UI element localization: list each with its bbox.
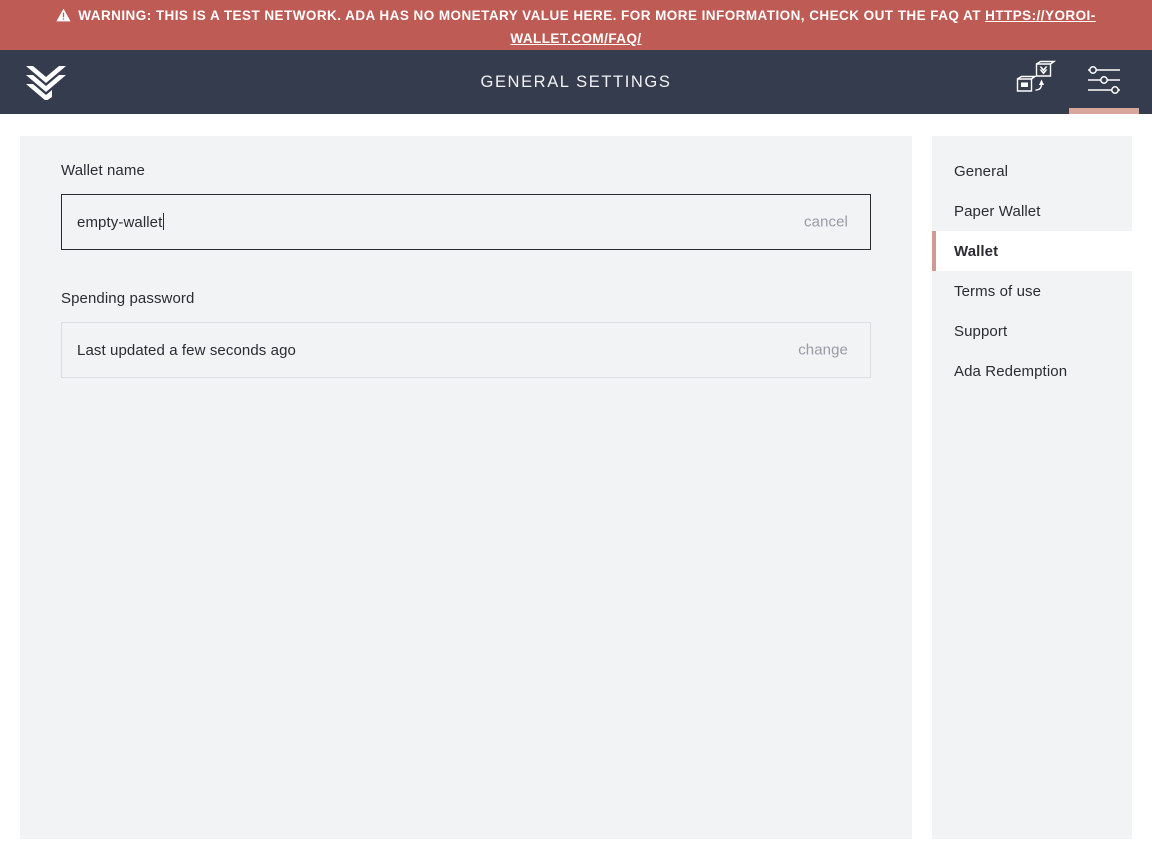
menu-item-support[interactable]: Support xyxy=(932,311,1132,351)
settings-side-menu: General Paper Wallet Wallet Terms of use… xyxy=(932,136,1132,839)
top-navigation-bar: GENERAL SETTINGS xyxy=(0,50,1152,114)
menu-item-label: Wallet xyxy=(954,242,999,260)
menu-item-label: Ada Redemption xyxy=(954,362,1068,380)
warning-message-text: WARNING: THIS IS A TEST NETWORK. ADA HAS… xyxy=(78,7,986,23)
menu-item-paper-wallet[interactable]: Paper Wallet xyxy=(932,191,1132,231)
wallet-name-value: empty-wallet xyxy=(77,214,163,231)
wallet-name-input[interactable]: empty-wallet xyxy=(62,213,165,231)
wallet-switch-icon xyxy=(1013,60,1057,105)
menu-item-wallet[interactable]: Wallet xyxy=(932,231,1132,271)
content-area: Wallet name empty-wallet cancel Spending… xyxy=(0,114,1152,847)
wallet-name-cancel-button[interactable]: cancel xyxy=(804,214,848,231)
app-root: WARNING: THIS IS A TEST NETWORK. ADA HAS… xyxy=(0,0,1152,847)
menu-item-label: Paper Wallet xyxy=(954,202,1041,220)
settings-button[interactable] xyxy=(1069,50,1139,114)
page-title: GENERAL SETTINGS xyxy=(480,73,672,91)
spending-password-status: Last updated a few seconds ago xyxy=(77,341,296,359)
text-caret xyxy=(163,213,165,230)
spending-password-label: Spending password xyxy=(61,290,195,307)
menu-item-label: Support xyxy=(954,322,1008,340)
wallet-name-input-row[interactable]: empty-wallet cancel xyxy=(61,194,871,250)
menu-item-general[interactable]: General xyxy=(932,151,1132,191)
spending-password-row: Last updated a few seconds ago change xyxy=(61,322,871,378)
settings-sliders-icon xyxy=(1084,63,1124,102)
wallet-name-label: Wallet name xyxy=(61,162,145,179)
spending-password-change-button[interactable]: change xyxy=(798,342,848,359)
wallet-switch-button[interactable] xyxy=(1000,50,1070,114)
menu-item-label: Terms of use xyxy=(954,282,1042,300)
warning-triangle-icon xyxy=(56,7,71,28)
warning-text-block: WARNING: THIS IS A TEST NETWORK. ADA HAS… xyxy=(14,5,1138,49)
menu-item-label: General xyxy=(954,162,1009,180)
menu-item-terms-of-use[interactable]: Terms of use xyxy=(932,271,1132,311)
test-network-warning-banner: WARNING: THIS IS A TEST NETWORK. ADA HAS… xyxy=(0,0,1152,50)
menu-item-ada-redemption[interactable]: Ada Redemption xyxy=(932,351,1132,391)
wallet-settings-panel: Wallet name empty-wallet cancel Spending… xyxy=(20,136,912,839)
